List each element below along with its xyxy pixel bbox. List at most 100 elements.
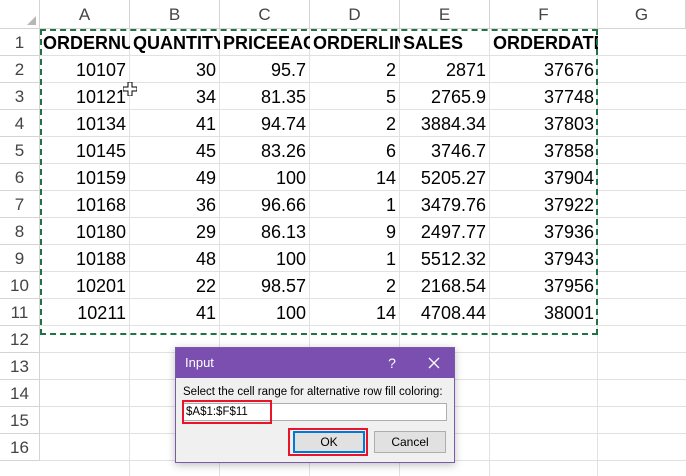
row-header-8[interactable]: 8 xyxy=(0,218,40,245)
row-header-9[interactable]: 9 xyxy=(0,245,40,272)
data-cell[interactable]: 9 xyxy=(310,218,400,245)
column-header-b[interactable]: B xyxy=(130,0,220,29)
row-header-14[interactable]: 14 xyxy=(0,380,40,407)
data-cell[interactable]: 2 xyxy=(310,272,400,299)
row-header-16[interactable]: 16 xyxy=(0,434,40,461)
data-cell[interactable]: 3884.34 xyxy=(400,110,490,137)
close-icon xyxy=(428,357,440,369)
data-cell[interactable]: 3746.7 xyxy=(400,137,490,164)
data-cell[interactable]: 3479.76 xyxy=(400,191,490,218)
data-cell[interactable]: 10168 xyxy=(40,191,130,218)
data-cell[interactable]: 10134 xyxy=(40,110,130,137)
data-cell[interactable]: 10188 xyxy=(40,245,130,272)
header-cell[interactable]: PRICEEAC xyxy=(220,29,310,56)
data-cell[interactable]: 10107 xyxy=(40,56,130,83)
data-cell[interactable]: 83.26 xyxy=(220,137,310,164)
data-cell[interactable]: 37904 xyxy=(490,164,598,191)
data-cell[interactable]: 5205.27 xyxy=(400,164,490,191)
data-cell[interactable]: 48 xyxy=(130,245,220,272)
column-header-f[interactable]: F xyxy=(490,0,598,29)
data-cell[interactable]: 37936 xyxy=(490,218,598,245)
data-cell[interactable]: 37858 xyxy=(490,137,598,164)
data-cell[interactable]: 37956 xyxy=(490,272,598,299)
data-cell[interactable]: 14 xyxy=(310,299,400,326)
data-cell[interactable]: 94.74 xyxy=(220,110,310,137)
data-cell[interactable]: 38001 xyxy=(490,299,598,326)
data-cell[interactable]: 2 xyxy=(310,56,400,83)
row-header-13[interactable]: 13 xyxy=(0,353,40,380)
data-cell[interactable]: 37748 xyxy=(490,83,598,110)
data-cell[interactable]: 81.35 xyxy=(220,83,310,110)
data-cell[interactable]: 6 xyxy=(310,137,400,164)
row-header-2[interactable]: 2 xyxy=(0,56,40,83)
data-cell[interactable]: 30 xyxy=(130,56,220,83)
dialog-title: Input xyxy=(185,355,214,370)
row-header-6[interactable]: 6 xyxy=(0,164,40,191)
column-header-d[interactable]: D xyxy=(310,0,400,29)
ok-button[interactable]: OK xyxy=(293,431,365,453)
data-cell[interactable]: 37676 xyxy=(490,56,598,83)
header-cell[interactable]: QUANTITY xyxy=(130,29,220,56)
data-cell[interactable]: 100 xyxy=(220,164,310,191)
data-cell[interactable]: 45 xyxy=(130,137,220,164)
data-cell[interactable]: 10159 xyxy=(40,164,130,191)
data-cell[interactable]: 10180 xyxy=(40,218,130,245)
input-dialog: Input ? Select the cell range for altern… xyxy=(175,347,455,463)
close-button[interactable] xyxy=(422,348,446,378)
column-header-e[interactable]: E xyxy=(400,0,490,29)
column-header-a[interactable]: A xyxy=(40,0,130,29)
row-header-1[interactable]: 1 xyxy=(0,29,40,56)
column-header-c[interactable]: C xyxy=(220,0,310,29)
row-header-4[interactable]: 4 xyxy=(0,110,40,137)
data-cell[interactable]: 4708.44 xyxy=(400,299,490,326)
select-all-corner[interactable] xyxy=(0,0,40,29)
data-cell[interactable]: 36 xyxy=(130,191,220,218)
data-cell[interactable]: 98.57 xyxy=(220,272,310,299)
data-cell[interactable]: 49 xyxy=(130,164,220,191)
data-cell[interactable]: 10145 xyxy=(40,137,130,164)
data-cell[interactable]: 2168.54 xyxy=(400,272,490,299)
data-cell[interactable]: 100 xyxy=(220,245,310,272)
cell-cursor-icon xyxy=(123,82,137,96)
data-cell[interactable]: 29 xyxy=(130,218,220,245)
range-input[interactable]: $A$1:$F$11 xyxy=(183,403,447,421)
column-header-g[interactable]: G xyxy=(598,0,686,29)
data-cell[interactable]: 100 xyxy=(220,299,310,326)
data-cell[interactable]: 10211 xyxy=(40,299,130,326)
row-header-3[interactable]: 3 xyxy=(0,83,40,110)
data-cell[interactable]: 37922 xyxy=(490,191,598,218)
data-cell[interactable]: 86.13 xyxy=(220,218,310,245)
data-cell[interactable]: 1 xyxy=(310,245,400,272)
help-button[interactable]: ? xyxy=(382,348,402,378)
select-all-icon xyxy=(27,16,36,25)
data-cell[interactable]: 2765.9 xyxy=(400,83,490,110)
data-cell[interactable]: 1 xyxy=(310,191,400,218)
data-cell[interactable]: 37943 xyxy=(490,245,598,272)
data-cell[interactable]: 2 xyxy=(310,110,400,137)
data-cell[interactable]: 5 xyxy=(310,83,400,110)
cancel-button[interactable]: Cancel xyxy=(374,431,446,453)
header-cell[interactable]: ORDERLIN xyxy=(310,29,400,56)
data-cell[interactable]: 95.7 xyxy=(220,56,310,83)
data-cell[interactable]: 10121 xyxy=(40,83,130,110)
row-header-7[interactable]: 7 xyxy=(0,191,40,218)
header-cell[interactable]: SALES xyxy=(400,29,490,56)
row-header-11[interactable]: 11 xyxy=(0,299,40,326)
data-cell[interactable]: 41 xyxy=(130,110,220,137)
row-header-12[interactable]: 12 xyxy=(0,326,40,353)
data-cell[interactable]: 2497.77 xyxy=(400,218,490,245)
data-cell[interactable]: 96.66 xyxy=(220,191,310,218)
data-cell[interactable]: 2871 xyxy=(400,56,490,83)
data-cell[interactable]: 41 xyxy=(130,299,220,326)
header-cell[interactable]: ORDERDATE xyxy=(490,29,598,56)
row-header-15[interactable]: 15 xyxy=(0,407,40,434)
data-cell[interactable]: 34 xyxy=(130,83,220,110)
data-cell[interactable]: 14 xyxy=(310,164,400,191)
header-cell[interactable]: ORDERNU xyxy=(40,29,130,56)
row-header-10[interactable]: 10 xyxy=(0,272,40,299)
data-cell[interactable]: 22 xyxy=(130,272,220,299)
row-header-5[interactable]: 5 xyxy=(0,137,40,164)
data-cell[interactable]: 5512.32 xyxy=(400,245,490,272)
data-cell[interactable]: 10201 xyxy=(40,272,130,299)
data-cell[interactable]: 37803 xyxy=(490,110,598,137)
